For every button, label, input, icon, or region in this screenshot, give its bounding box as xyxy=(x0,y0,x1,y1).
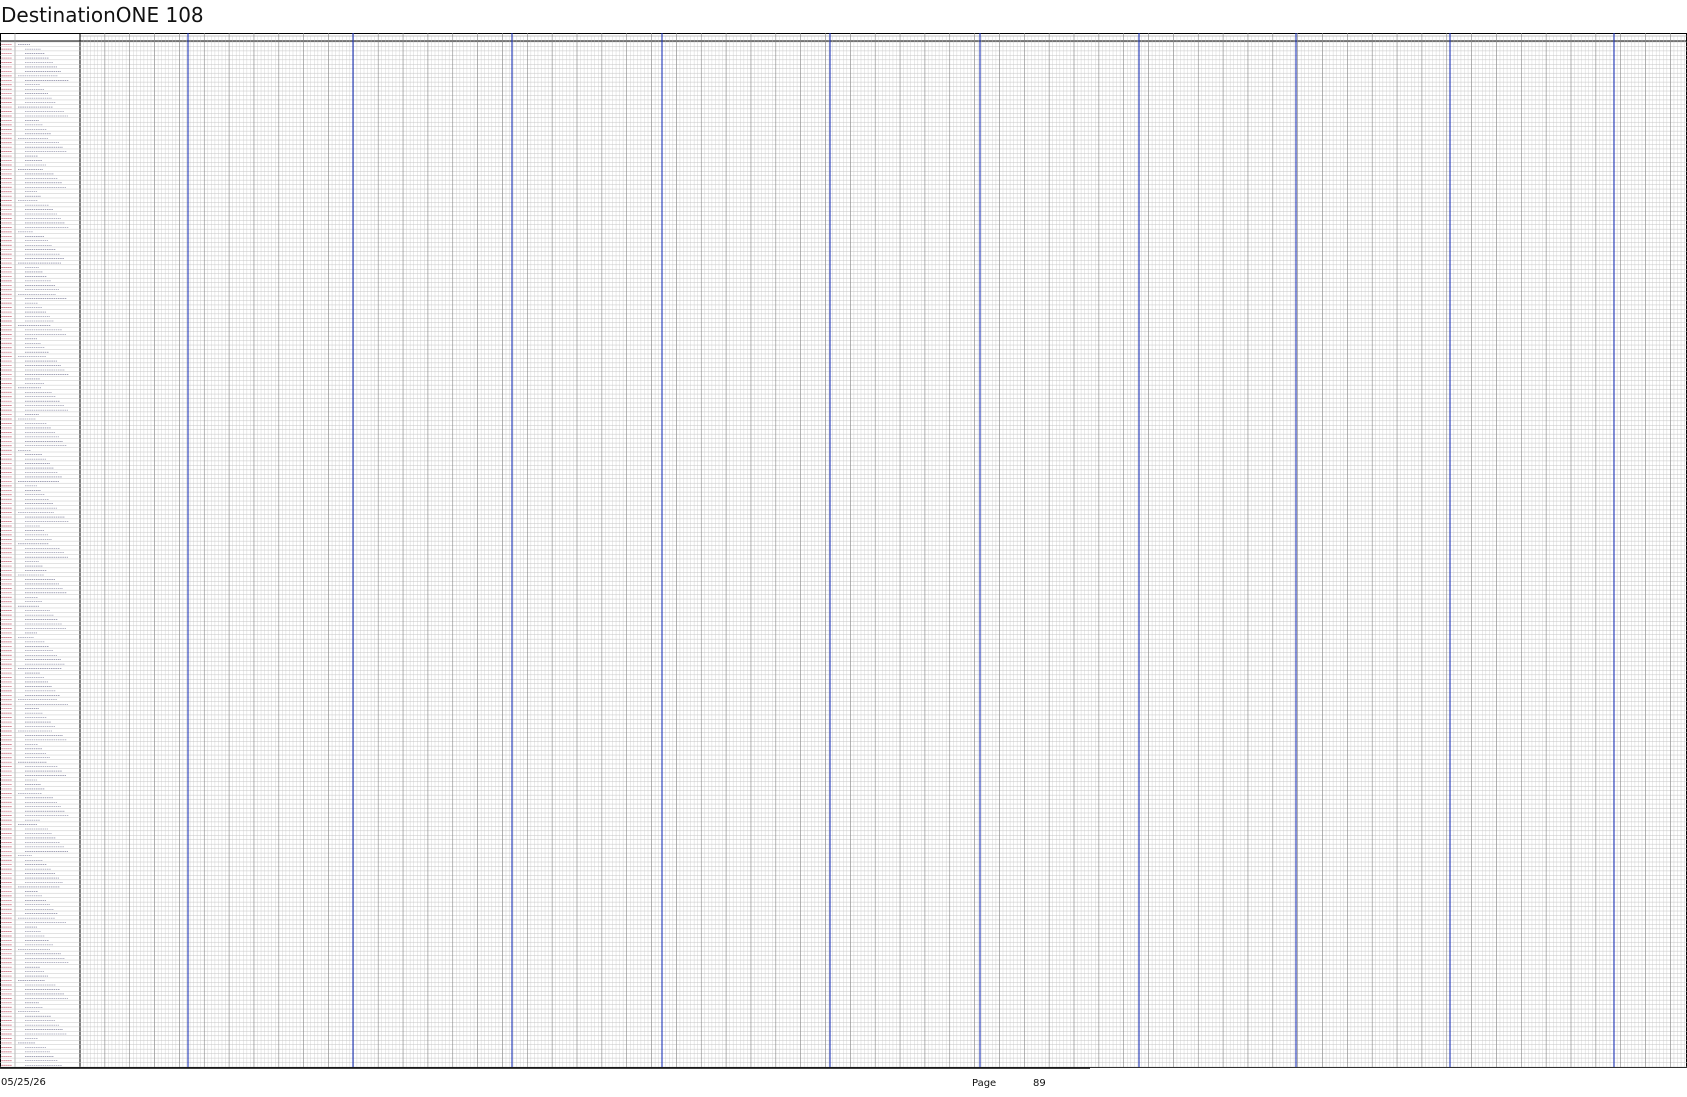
footer-page-label: Page xyxy=(972,1078,997,1089)
document-title: DestinationONE 108 xyxy=(1,3,204,27)
schedule-grid-svg xyxy=(0,33,1687,1069)
footer-date: 05/25/26 xyxy=(1,1077,46,1088)
schedule-grid xyxy=(0,31,1687,1072)
grid-frame xyxy=(0,33,1687,1068)
footer-page-number: 89 xyxy=(1033,1078,1046,1089)
